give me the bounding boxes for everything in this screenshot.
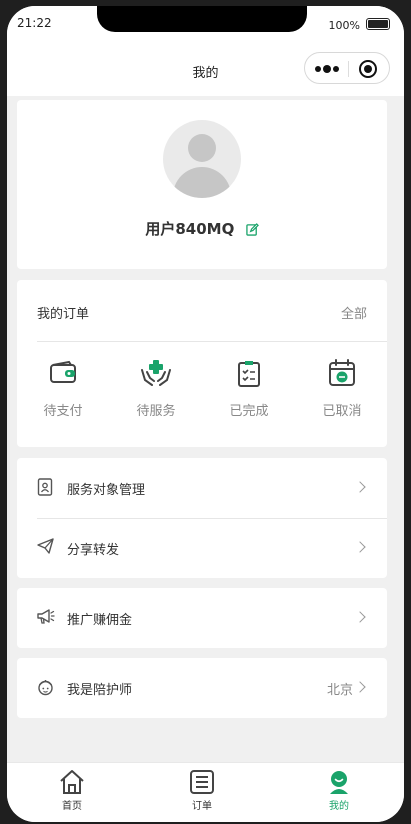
view-all-orders-link[interactable]: 全部 — [341, 303, 367, 322]
home-icon — [60, 770, 84, 794]
order-status-pending-service[interactable]: 待服务 — [116, 358, 196, 419]
menu-item-share[interactable]: 分享转发 — [17, 518, 387, 578]
order-status-cancelled[interactable]: 已取消 — [302, 358, 382, 419]
status-time: 21:22 — [17, 16, 52, 30]
paper-plane-icon — [37, 538, 54, 558]
tab-home[interactable]: 首页 — [32, 769, 112, 812]
list-icon — [190, 770, 214, 794]
order-status-completed[interactable]: 已完成 — [209, 358, 289, 419]
wallet-icon — [50, 360, 76, 383]
avatar[interactable] — [163, 120, 241, 198]
username: 用户840MQ — [145, 220, 235, 238]
close-mini-program-icon[interactable] — [359, 60, 377, 78]
promote-card: 推广赚佣金 — [17, 588, 387, 648]
more-options-icon[interactable] — [315, 62, 343, 76]
username-row: 用户840MQ — [17, 218, 387, 240]
chevron-right-icon — [354, 681, 366, 693]
chevron-right-icon — [354, 611, 366, 623]
order-status-pending-payment[interactable]: 待支付 — [23, 358, 103, 419]
edit-icon[interactable] — [245, 222, 259, 240]
megaphone-icon — [37, 608, 55, 629]
capsule-divider — [348, 61, 349, 77]
tab-orders[interactable]: 订单 — [162, 769, 242, 812]
nurse-icon — [37, 678, 54, 700]
care-hands-icon — [141, 360, 171, 386]
status-bar: 21:22 100% — [7, 6, 404, 46]
clipboard-check-icon — [238, 361, 260, 387]
phone-screen: 21:22 100% 我的 用户840MQ 我的订单 全部 待支付 待服务 已完… — [7, 6, 404, 822]
calendar-cancel-icon — [329, 359, 355, 386]
menu-item-service-targets[interactable]: 服务对象管理 — [17, 458, 387, 518]
orders-card: 我的订单 全部 待支付 待服务 已完成 已取消 — [17, 280, 387, 447]
divider — [37, 341, 387, 342]
service-menu-card: 服务对象管理 分享转发 — [17, 458, 387, 578]
user-icon — [330, 771, 348, 794]
menu-item-caregiver[interactable]: 我是陪护师 北京 — [17, 658, 387, 718]
camera-notch — [97, 6, 307, 32]
tab-bar: 首页 订单 我的 — [7, 762, 404, 822]
orders-title: 我的订单 — [37, 307, 90, 322]
chevron-right-icon — [354, 541, 366, 553]
tab-profile[interactable]: 我的 — [299, 769, 379, 812]
nav-bar: 我的 — [7, 46, 404, 96]
menu-item-promote[interactable]: 推广赚佣金 — [17, 588, 387, 648]
id-card-icon — [37, 478, 53, 500]
caregiver-city: 北京 — [326, 683, 353, 698]
profile-card: 用户840MQ — [17, 100, 387, 269]
mini-program-capsule — [304, 52, 390, 84]
caregiver-card: 我是陪护师 北京 — [17, 658, 387, 718]
battery-percentage: 100% — [328, 19, 360, 32]
battery-icon — [366, 18, 390, 30]
chevron-right-icon — [354, 481, 366, 493]
